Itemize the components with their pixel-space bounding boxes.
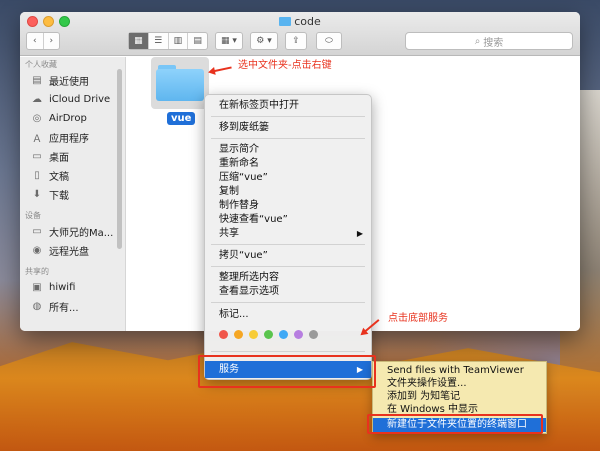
service-teamviewer[interactable]: Send files with TeamViewer [373,364,546,377]
menu-item-duplicate[interactable]: 复制 [205,185,371,198]
sidebar: 个人收藏 ▤ 最近使用 ☁ iCloud Drive ◎ AirDrop Ａ 应用程序 … [20,57,126,331]
menu-separator [211,244,365,245]
menu-item-make-alias[interactable]: 制作替身 [205,199,371,212]
service-add-to-wiznote[interactable]: 添加到 为知笔记 [373,390,546,403]
menu-item-tags[interactable]: 标记... [205,308,371,321]
annotation-select-folder: 选中文件夹-点击右键 [238,60,332,71]
tag-color-row [219,330,324,339]
annotation-click-services: 点击底部服务 [388,313,448,324]
folder-icon [279,17,292,26]
menu-separator [211,116,365,117]
tag-purple-dot[interactable] [294,330,303,339]
disc-icon: ◉ [32,244,42,256]
column-view-button[interactable]: ▥ [169,33,189,49]
tag-orange-dot[interactable] [234,330,243,339]
menu-separator [211,351,365,352]
menu-item-quick-look[interactable]: 快速查看“vue” [205,213,371,226]
cloud-icon: ☁ [32,93,42,105]
search-placeholder: 搜索 [483,37,504,49]
network-icon: ◍ [32,300,42,312]
sidebar-item-icloud[interactable]: ☁ iCloud Drive [31,91,125,107]
view-mode-buttons: ▦ ☰ ▥ ▤ [128,32,208,50]
window-title: code [20,15,580,28]
tag-button[interactable]: ⬭ [316,32,342,50]
desktop-icon: ▭ [32,150,42,162]
sidebar-item-downloads[interactable]: ⬇ 下载 [31,186,125,202]
forward-button[interactable]: › [44,33,60,49]
submenu-arrow-icon: ▶ [356,229,363,238]
context-menu: 在新标签页中打开 移到废纸篓 显示简介 重新命名 压缩“vue” 复制 制作替身… [204,94,372,380]
sidebar-item-mac[interactable]: ▭ 大师兄的Ma... [31,223,125,239]
menu-item-clean-up[interactable]: 整理所选内容 [205,271,371,284]
menu-item-copy[interactable]: 拷贝“vue” [205,249,371,262]
sidebar-scrollbar[interactable] [117,69,122,249]
tag-yellow-dot[interactable] [249,330,258,339]
menu-separator [211,138,365,139]
icon-view-button[interactable]: ▦ [129,33,149,49]
sidebar-item-recents[interactable]: ▤ 最近使用 [31,72,125,88]
folder-vue-label[interactable]: vue [167,112,196,125]
tag-red-dot[interactable] [219,330,228,339]
laptop-icon: ▭ [32,225,42,237]
menu-item-view-options[interactable]: 查看显示选项 [205,285,371,298]
annotation-box-terminal [367,414,543,434]
window-title-text: code [294,15,321,28]
sidebar-item-desktop[interactable]: ▭ 桌面 [31,148,125,164]
folder-vue-icon[interactable] [156,65,204,101]
recents-icon: ▤ [32,74,42,86]
sidebar-header-favorites: 个人收藏 [25,60,57,69]
service-folder-actions[interactable]: 文件夹操作设置... [373,377,546,390]
action-button[interactable]: ⚙ ▾ [250,32,278,50]
sidebar-item-airdrop[interactable]: ◎ AirDrop [31,110,125,126]
downloads-icon: ⬇ [32,188,42,200]
menu-item-rename[interactable]: 重新命名 [205,157,371,170]
sidebar-header-devices: 设备 [25,211,41,220]
sidebar-item-remote-disc[interactable]: ◉ 远程光盘 [31,242,125,258]
tag-gray-dot[interactable] [309,330,318,339]
annotation-box-services [198,355,376,388]
menu-item-get-info[interactable]: 显示简介 [205,143,371,156]
tag-green-dot[interactable] [264,330,273,339]
menu-separator [211,266,365,267]
tag-blue-dot[interactable] [279,330,288,339]
sidebar-item-documents[interactable]: ▯ 文稿 [31,167,125,183]
menu-item-move-to-trash[interactable]: 移到废纸篓 [205,121,371,134]
arrange-button[interactable]: ▦ ▾ [215,32,243,50]
nav-buttons: ‹ › [26,32,60,50]
applications-icon: Ａ [32,133,42,145]
menu-item-compress[interactable]: 压缩“vue” [205,171,371,184]
list-view-button[interactable]: ☰ [149,33,169,49]
menu-separator [211,302,365,303]
search-icon: ⌕ [474,35,481,47]
network-computer-icon: ▣ [32,281,42,293]
back-button[interactable]: ‹ [27,33,44,49]
airdrop-icon: ◎ [32,112,42,124]
gallery-view-button[interactable]: ▤ [188,33,207,49]
menu-item-share[interactable]: 共享 ▶ [205,227,371,240]
menu-item-open-new-tab[interactable]: 在新标签页中打开 [205,99,371,112]
sidebar-item-applications[interactable]: Ａ 应用程序 [31,129,125,145]
documents-icon: ▯ [34,169,40,181]
sidebar-item-all-shared[interactable]: ◍ 所有... [31,298,125,314]
sidebar-item-hiwifi[interactable]: ▣ hiwifi [31,279,125,295]
search-input[interactable]: ⌕ 搜索 [405,32,573,50]
share-button[interactable]: ⇪ [285,32,307,50]
title-bar: code ‹ › ▦ ☰ ▥ ▤ ▦ ▾ ⚙ ▾ ⇪ ⬭ ⌕ 搜索 [20,12,580,56]
sidebar-header-shared: 共享的 [25,267,49,276]
